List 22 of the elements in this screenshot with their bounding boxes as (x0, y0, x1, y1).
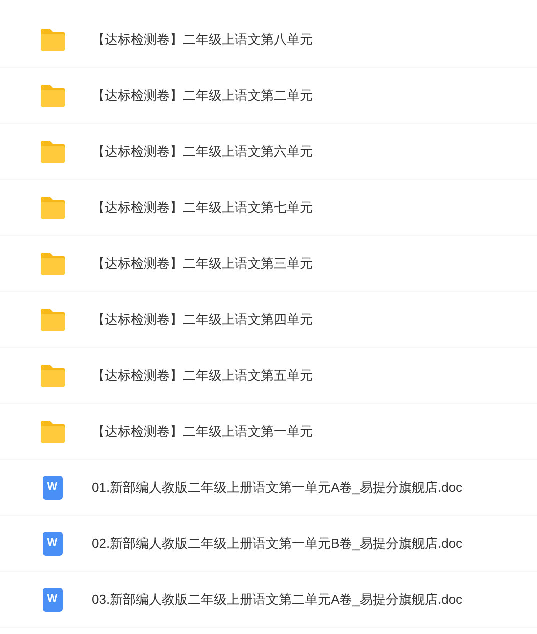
folder-icon (38, 420, 66, 444)
folder-name[interactable]: 【达标检测卷】二年级上语文第一单元 (92, 422, 313, 442)
folder-name[interactable]: 【达标检测卷】二年级上语文第七单元 (92, 198, 313, 218)
folder-icon (38, 28, 66, 52)
folder-name[interactable]: 【达标检测卷】二年级上语文第五单元 (92, 366, 313, 386)
file-name[interactable]: 02.新部编人教版二年级上册语文第一单元B卷_易提分旗舰店.doc (92, 534, 463, 554)
folder-icon (38, 84, 66, 108)
word-document-icon: W (42, 532, 62, 556)
file-name[interactable]: 03.新部编人教版二年级上册语文第二单元A卷_易提分旗舰店.doc (92, 590, 463, 610)
folder-icon (38, 196, 66, 220)
folder-icon (38, 252, 66, 276)
word-document-icon: W (42, 588, 62, 612)
folder-name[interactable]: 【达标检测卷】二年级上语文第四单元 (92, 310, 313, 330)
folder-name[interactable]: 【达标检测卷】二年级上语文第六单元 (92, 142, 313, 162)
folder-name[interactable]: 【达标检测卷】二年级上语文第八单元 (92, 30, 313, 50)
word-document-icon: W (42, 476, 62, 500)
folder-icon (38, 308, 66, 332)
folder-icon (38, 364, 66, 388)
file-name[interactable]: 01.新部编人教版二年级上册语文第一单元A卷_易提分旗舰店.doc (92, 478, 463, 498)
folder-name[interactable]: 【达标检测卷】二年级上语文第二单元 (92, 86, 313, 106)
folder-name[interactable]: 【达标检测卷】二年级上语文第三单元 (92, 254, 313, 274)
folder-icon (38, 140, 66, 164)
